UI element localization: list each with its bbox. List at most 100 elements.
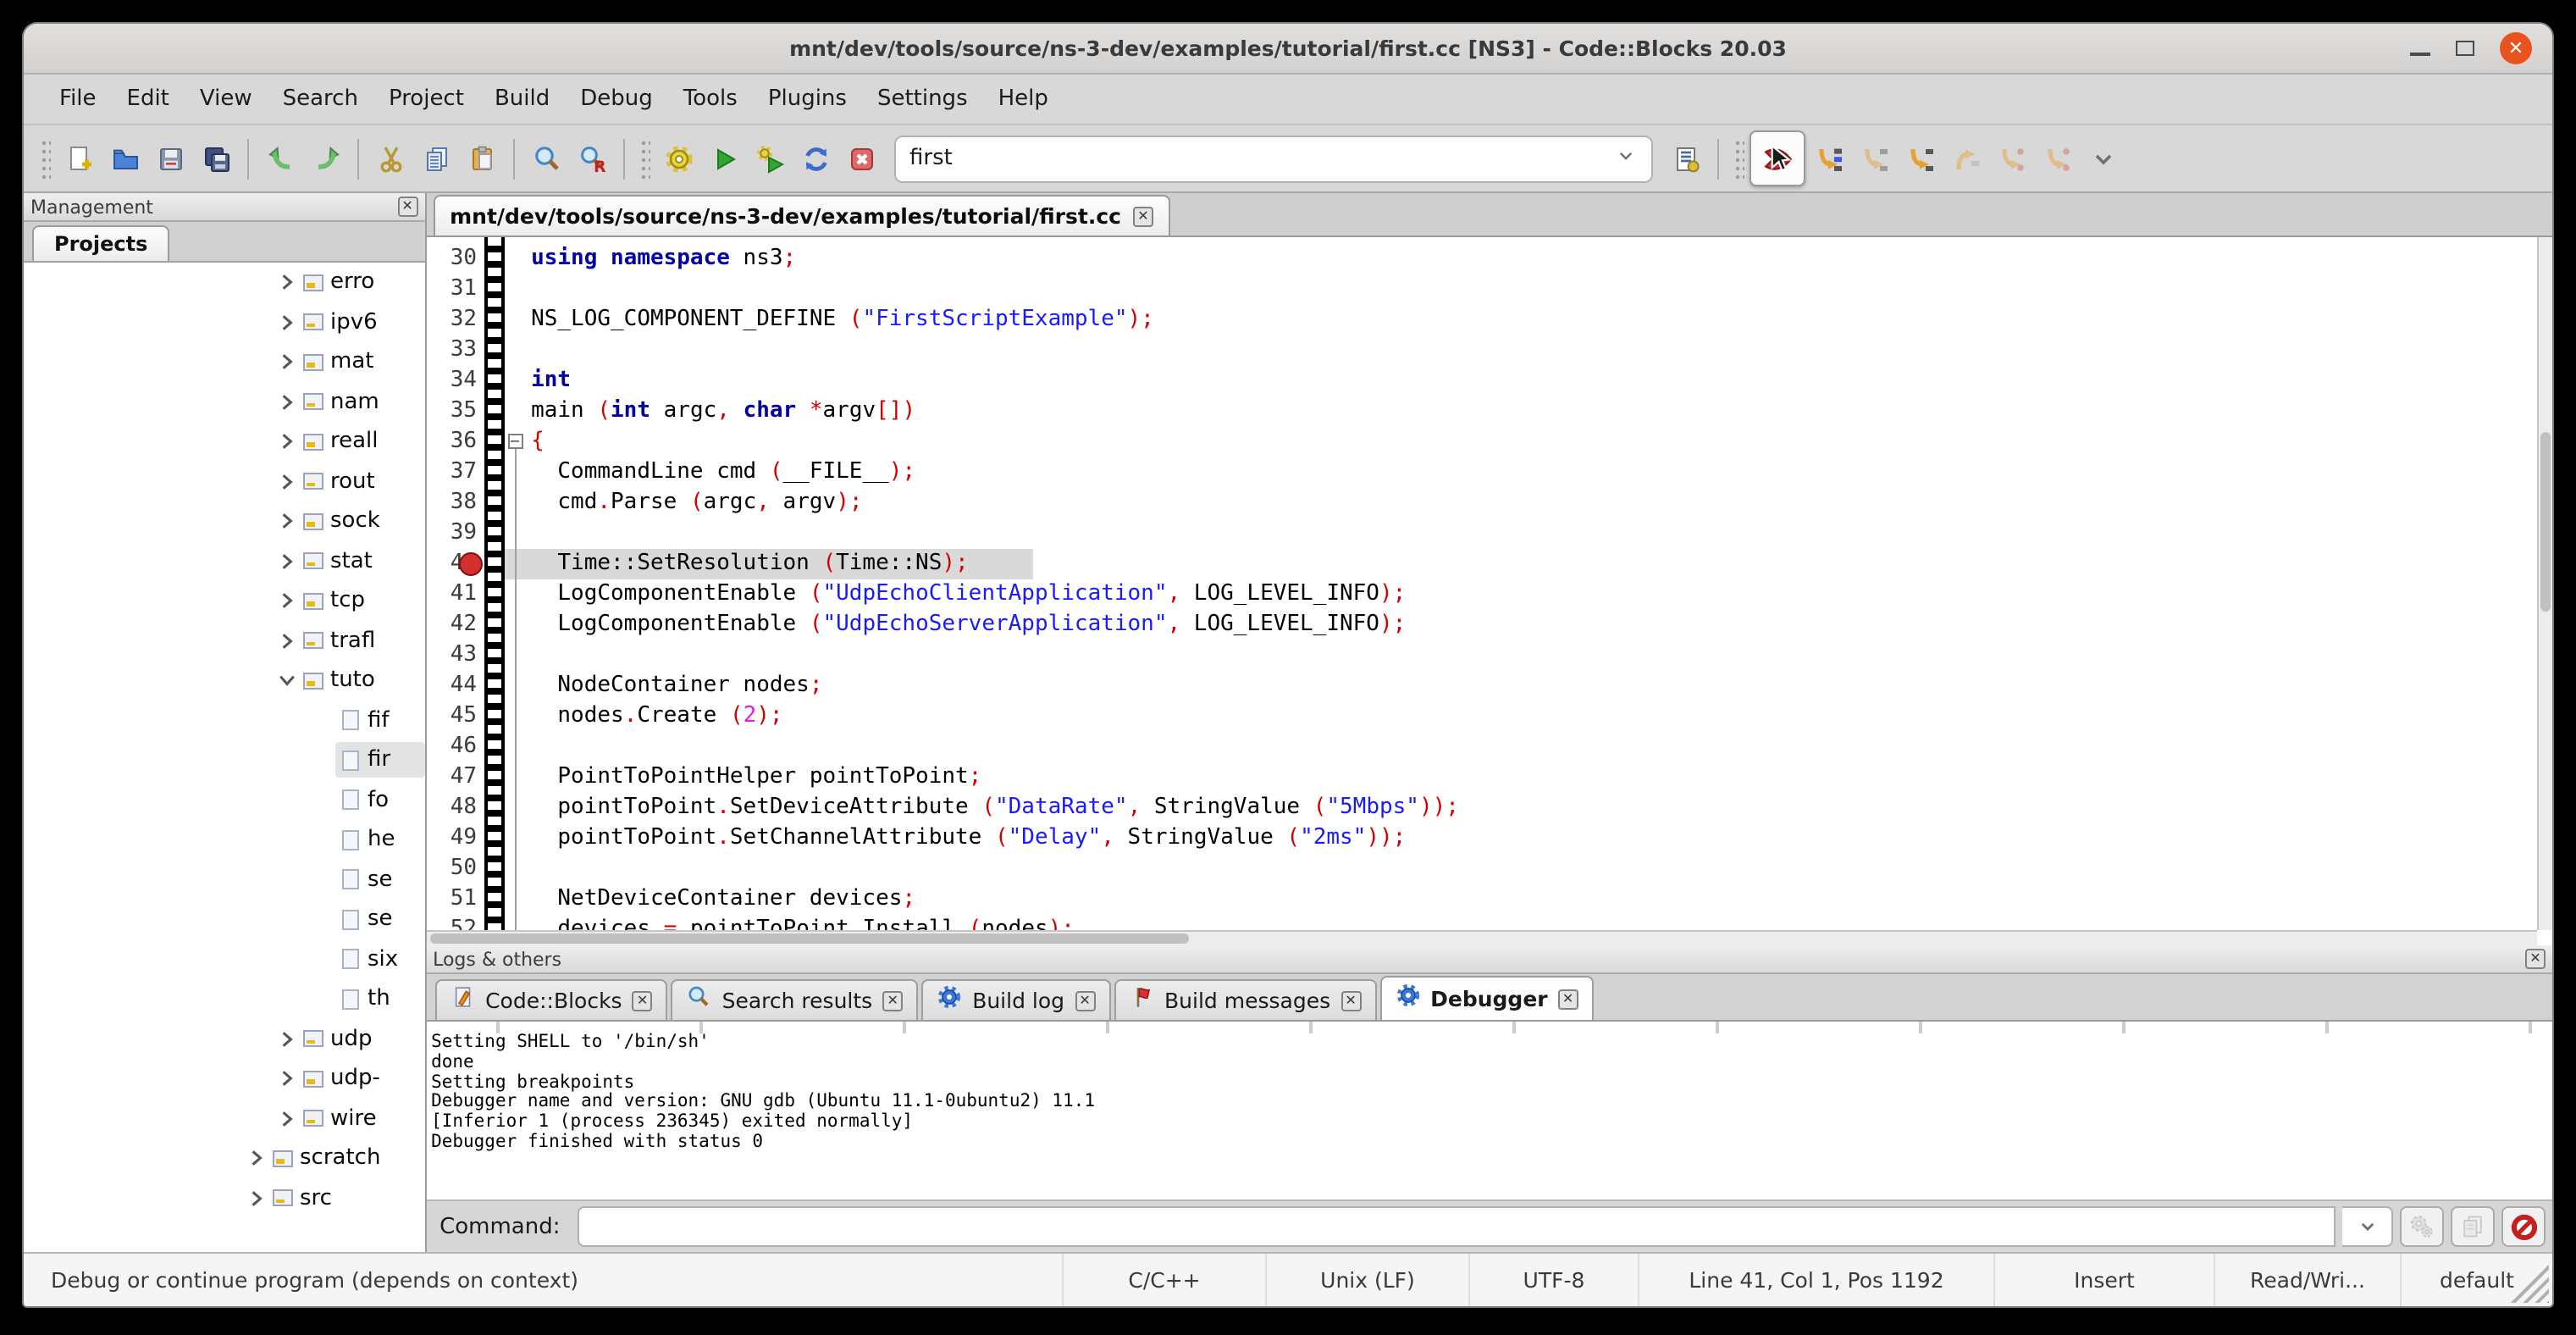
chevron-right-icon[interactable] — [274, 313, 298, 332]
tree-item-se[interactable]: se — [24, 860, 424, 900]
debugger-output[interactable]: Setting SHELL to '/bin/sh'doneSetting br… — [426, 1022, 2552, 1201]
step-into-button[interactable] — [1897, 136, 1943, 181]
toolbar-grip[interactable] — [39, 136, 51, 180]
menu-project[interactable]: Project — [373, 74, 479, 125]
editor-horizontal-scrollbar[interactable] — [426, 930, 2537, 945]
breakpoint-icon[interactable] — [458, 552, 482, 576]
chevron-right-icon[interactable] — [244, 1149, 268, 1168]
tree-item-fo[interactable]: fo — [24, 780, 424, 820]
target-options-button[interactable] — [1663, 136, 1709, 181]
chevron-down-icon[interactable] — [1614, 142, 1638, 174]
chevron-right-icon[interactable] — [274, 592, 298, 611]
log-tab-search-results[interactable]: Search results✕ — [672, 979, 919, 1020]
chevron-right-icon[interactable] — [274, 632, 298, 651]
new-file-button[interactable] — [56, 136, 102, 181]
tree-item-erro[interactable]: erro — [24, 263, 424, 302]
log-tab-debugger[interactable]: Debugger✕ — [1379, 976, 1594, 1020]
debug-tools-button[interactable] — [2400, 1206, 2444, 1247]
fold-collapse-icon[interactable]: − — [507, 434, 522, 449]
save-button[interactable] — [147, 136, 193, 181]
tree-item-stat[interactable]: stat — [24, 541, 424, 581]
close-button[interactable]: ✕ — [2500, 32, 2532, 64]
tree-item-scratch[interactable]: scratch — [24, 1138, 424, 1178]
stop-debugger-button[interactable] — [2501, 1206, 2546, 1247]
toolbar-overflow-button[interactable] — [2080, 136, 2125, 181]
chevron-right-icon[interactable] — [274, 1110, 298, 1128]
log-tab-build-messages[interactable]: Build messages✕ — [1114, 979, 1376, 1020]
build-target-combo[interactable]: first — [894, 135, 1653, 182]
chevron-right-icon[interactable] — [274, 393, 298, 412]
replace-button[interactable]: R — [569, 136, 615, 181]
title-bar[interactable]: mnt/dev/tools/source/ns-3-dev/examples/t… — [24, 24, 2552, 75]
tree-item-tuto[interactable]: tuto — [24, 661, 424, 701]
code-editor[interactable]: 30using namespace ns3;3132NS_LOG_COMPONE… — [426, 237, 2552, 945]
menu-tools[interactable]: Tools — [668, 74, 753, 125]
debug-continue-button[interactable] — [1750, 130, 1805, 186]
tree-item-udp[interactable]: udp — [24, 1019, 424, 1059]
tree-item-nam[interactable]: nam — [24, 382, 424, 422]
chevron-down-icon[interactable] — [274, 672, 298, 690]
build-button[interactable] — [655, 136, 701, 181]
chevron-right-icon[interactable] — [274, 1070, 298, 1088]
next-line-button[interactable] — [1851, 136, 1897, 181]
next-instruction-button[interactable] — [1988, 136, 2034, 181]
log-tab-close-icon[interactable]: ✕ — [1558, 989, 1578, 1009]
toolbar-grip[interactable] — [638, 136, 650, 180]
abort-build-button[interactable] — [838, 136, 884, 181]
tree-item-fif[interactable]: fif — [24, 701, 424, 740]
step-out-button[interactable] — [1943, 136, 1988, 181]
menu-settings[interactable]: Settings — [862, 74, 983, 125]
chevron-right-icon[interactable] — [274, 552, 298, 571]
chevron-right-icon[interactable] — [274, 274, 298, 292]
menu-build[interactable]: Build — [479, 74, 565, 125]
chevron-right-icon[interactable] — [274, 433, 298, 451]
log-tab-close-icon[interactable]: ✕ — [633, 990, 653, 1011]
menu-edit[interactable]: Edit — [112, 74, 185, 125]
menu-file[interactable]: File — [44, 74, 112, 125]
paste-button[interactable] — [459, 136, 505, 181]
log-tab-code-blocks[interactable]: Code::Blocks✕ — [434, 979, 668, 1020]
log-tab-build-log[interactable]: Build log✕ — [921, 979, 1110, 1020]
find-button[interactable] — [523, 136, 569, 181]
tree-item-rout[interactable]: rout — [24, 462, 424, 501]
rebuild-button[interactable] — [793, 136, 838, 181]
save-all-button[interactable] — [193, 136, 239, 181]
tree-item-mat[interactable]: mat — [24, 342, 424, 382]
menu-view[interactable]: View — [185, 74, 268, 125]
tree-item-udp-[interactable]: udp- — [24, 1059, 424, 1099]
command-history-dropdown[interactable] — [2342, 1206, 2393, 1247]
editor-vertical-scrollbar[interactable] — [2537, 237, 2552, 930]
chevron-right-icon[interactable] — [274, 353, 298, 372]
open-file-button[interactable] — [102, 136, 147, 181]
cut-button[interactable] — [368, 136, 413, 181]
tab-projects[interactable]: Projects — [32, 225, 169, 261]
editor-tab-close-icon[interactable]: ✕ — [1133, 206, 1153, 226]
editor-tab-first-cc[interactable]: mnt/dev/tools/source/ns-3-dev/examples/t… — [433, 195, 1170, 235]
logs-close-icon[interactable]: ✕ — [2525, 949, 2546, 969]
log-tab-close-icon[interactable]: ✕ — [1341, 990, 1361, 1011]
tree-item-reall[interactable]: reall — [24, 422, 424, 462]
tree-item-th[interactable]: th — [24, 979, 424, 1019]
tree-item-src[interactable]: src — [24, 1178, 424, 1218]
build-and-run-button[interactable] — [747, 136, 793, 181]
tree-item-wire[interactable]: wire — [24, 1099, 424, 1138]
tree-item-trafl[interactable]: trafl — [24, 621, 424, 661]
tree-item-se[interactable]: se — [24, 900, 424, 939]
tree-item-he[interactable]: he — [24, 820, 424, 860]
menu-search[interactable]: Search — [268, 74, 373, 125]
tree-item-ipv6[interactable]: ipv6 — [24, 302, 424, 342]
tree-item-tcp[interactable]: tcp — [24, 581, 424, 621]
log-tab-close-icon[interactable]: ✕ — [1075, 990, 1095, 1011]
copy-log-button[interactable] — [2451, 1206, 2495, 1247]
tree-item-six[interactable]: six — [24, 939, 424, 979]
menu-debug[interactable]: Debug — [565, 74, 668, 125]
chevron-right-icon[interactable] — [274, 473, 298, 491]
menu-plugins[interactable]: Plugins — [753, 74, 862, 125]
copy-button[interactable] — [413, 136, 459, 181]
chevron-right-icon[interactable] — [274, 1030, 298, 1049]
management-close-icon[interactable]: ✕ — [397, 197, 417, 217]
chevron-right-icon[interactable] — [274, 512, 298, 531]
command-input[interactable] — [578, 1206, 2336, 1247]
toolbar-grip[interactable] — [1733, 136, 1744, 180]
undo-button[interactable] — [257, 136, 303, 181]
